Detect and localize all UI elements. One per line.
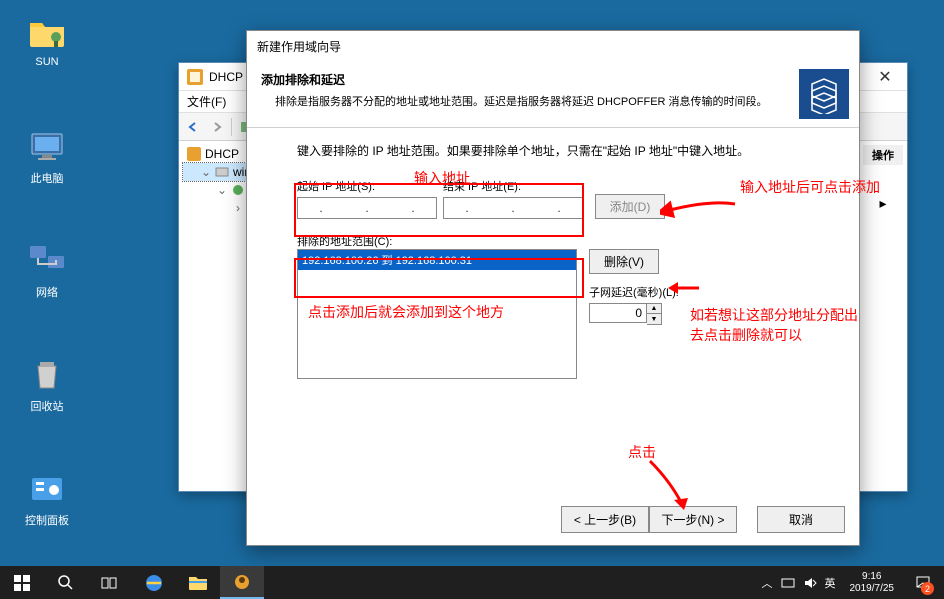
control-panel-icon: [28, 470, 66, 508]
desktop-icon-label: 回收站: [12, 398, 82, 414]
dialog-title: 新建作用域向导: [247, 31, 859, 61]
wizard-header: 添加排除和延迟 排除是指服务器不分配的地址或地址范围。延迟是指服务器将延迟 DH…: [247, 61, 859, 127]
tray-ime[interactable]: 英: [825, 575, 836, 591]
spinner-down-button[interactable]: ▼: [647, 314, 661, 324]
instruction-text: 键入要排除的 IP 地址范围。如果要排除单个地址，只需在"起始 IP 地址"中键…: [297, 142, 809, 160]
desktop-icon-control-panel[interactable]: 控制面板: [12, 470, 82, 528]
start-button[interactable]: [0, 566, 44, 599]
taskbar-explorer[interactable]: [176, 566, 220, 599]
system-tray: ︿ 英 9:16 2019/7/25 2: [762, 566, 944, 599]
folder-icon: [28, 14, 66, 52]
expander-icon[interactable]: ⌄: [201, 165, 211, 179]
notification-badge: 2: [921, 582, 934, 595]
tree-label: DHCP: [205, 147, 239, 161]
recycle-icon: [28, 356, 66, 394]
desktop-icon-label: SUN: [12, 56, 82, 68]
tray-notifications[interactable]: 2: [908, 566, 938, 599]
search-button[interactable]: [44, 566, 88, 599]
desktop-icon-sun[interactable]: SUN: [12, 14, 82, 68]
server-icon: [215, 165, 229, 179]
close-button[interactable]: ✕: [863, 63, 907, 91]
wizard-subheading: 排除是指服务器不分配的地址或地址范围。延迟是指服务器将延迟 DHCPOFFER …: [261, 94, 845, 111]
desktop-icon-label: 控制面板: [12, 512, 82, 528]
tray-network-icon[interactable]: [781, 576, 795, 590]
taskbar: ︿ 英 9:16 2019/7/25 2: [0, 566, 944, 599]
nav-back-button[interactable]: [183, 117, 203, 137]
delay-label: 子网延迟(毫秒)(L):: [589, 284, 679, 300]
start-ip-label: 起始 IP 地址(S):: [297, 178, 437, 194]
exclusion-listbox[interactable]: 192.168.100.26 到 192.168.100.31: [297, 249, 577, 379]
expander-icon[interactable]: ⌄: [217, 183, 227, 197]
wizard-logo-icon: [799, 69, 849, 119]
wizard-body: 键入要排除的 IP 地址范围。如果要排除单个地址，只需在"起始 IP 地址"中键…: [247, 128, 859, 494]
taskbar-ie[interactable]: [132, 566, 176, 599]
tray-volume-icon[interactable]: [803, 576, 817, 590]
network-icon: [28, 242, 66, 280]
wizard-heading: 添加排除和延迟: [261, 71, 845, 88]
cancel-button[interactable]: 取消: [757, 506, 845, 533]
tray-time: 9:16: [850, 571, 895, 583]
delay-input[interactable]: [589, 303, 647, 323]
dhcp-icon: [187, 147, 201, 161]
end-ip-label: 结束 IP 地址(E):: [443, 178, 583, 194]
wizard-footer: < 上一步(B) 下一步(N) > 取消: [247, 494, 859, 545]
end-ip-input[interactable]: ...: [443, 197, 583, 219]
exclusion-item[interactable]: 192.168.100.26 到 192.168.100.31: [298, 250, 576, 270]
chevron-right-icon[interactable]: ▸: [863, 195, 903, 212]
desktop-icon-label: 网络: [12, 284, 82, 300]
desktop-icon-recycle[interactable]: 回收站: [12, 356, 82, 414]
new-scope-wizard-dialog: 新建作用域向导 添加排除和延迟 排除是指服务器不分配的地址或地址范围。延迟是指服…: [246, 30, 860, 546]
nav-forward-button[interactable]: [207, 117, 227, 137]
node-icon: [231, 183, 245, 197]
desktop-icon-network[interactable]: 网络: [12, 242, 82, 300]
actions-pane: 操作 ▸: [859, 141, 907, 491]
desktop-icon-label: 此电脑: [12, 170, 82, 186]
tray-chevron-icon[interactable]: ︿: [762, 575, 773, 591]
back-button[interactable]: < 上一步(B): [561, 506, 649, 533]
task-view-button[interactable]: [88, 566, 132, 599]
exclusion-range-label: 排除的地址范围(C):: [297, 233, 809, 249]
start-ip-input[interactable]: ...: [297, 197, 437, 219]
tray-clock[interactable]: 9:16 2019/7/25: [844, 571, 901, 595]
desktop-icon-computer[interactable]: 此电脑: [12, 128, 82, 186]
delete-button[interactable]: 删除(V): [589, 249, 659, 274]
menu-file[interactable]: 文件(F): [187, 93, 226, 110]
add-button[interactable]: 添加(D): [595, 194, 665, 219]
taskbar-dhcp-app[interactable]: [220, 566, 264, 599]
actions-header: 操作: [863, 145, 903, 165]
computer-icon: [28, 128, 66, 166]
next-button[interactable]: 下一步(N) >: [649, 506, 737, 533]
window-title: DHCP: [209, 70, 243, 84]
expander-icon[interactable]: ›: [233, 201, 243, 215]
tray-date: 2019/7/25: [850, 583, 895, 595]
spinner-up-button[interactable]: ▲: [647, 304, 661, 314]
dhcp-app-icon: [187, 69, 203, 85]
